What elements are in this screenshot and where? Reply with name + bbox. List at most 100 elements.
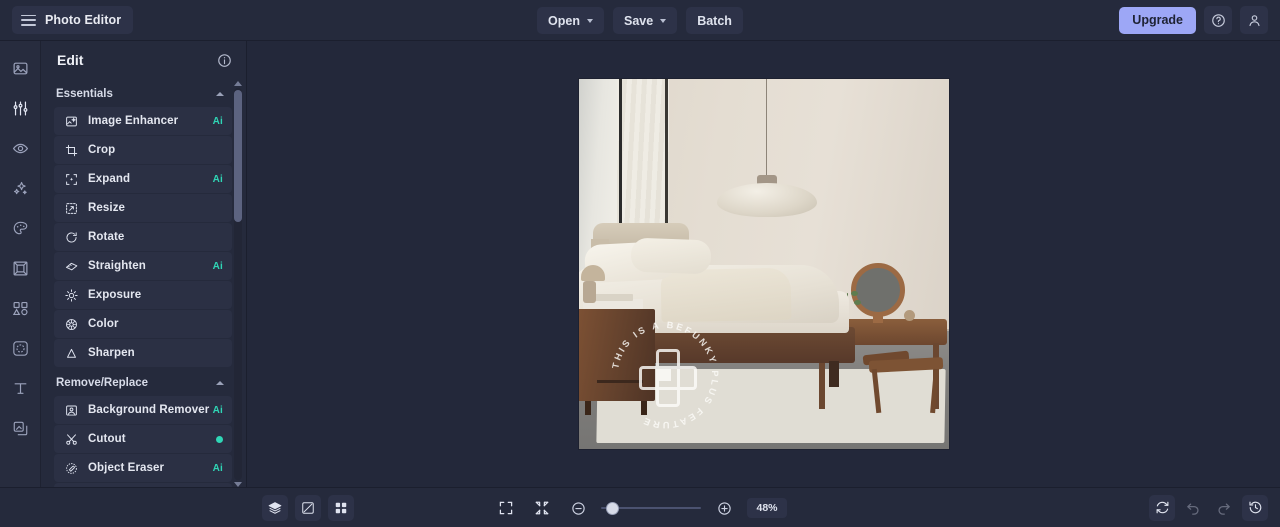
collapse-arrows-icon bbox=[535, 501, 549, 515]
top-header: Photo Editor Open Save Batch Upgrade bbox=[0, 0, 1280, 41]
open-button[interactable]: Open bbox=[537, 7, 604, 34]
redo-button[interactable] bbox=[1211, 495, 1237, 521]
zoom-in-button[interactable] bbox=[711, 495, 737, 521]
brand-menu-button[interactable]: Photo Editor bbox=[12, 6, 134, 34]
history-icon bbox=[1248, 501, 1261, 514]
redo-icon bbox=[1218, 503, 1230, 515]
zoom-out-button[interactable] bbox=[565, 495, 591, 521]
scroll-up-arrow[interactable] bbox=[233, 81, 242, 86]
panel-scrollbar[interactable] bbox=[232, 81, 243, 487]
sharpen-icon bbox=[64, 347, 79, 360]
crop-icon bbox=[64, 144, 79, 157]
app-title: Photo Editor bbox=[45, 13, 122, 27]
rail-item-artsy[interactable] bbox=[5, 213, 35, 243]
layers-button[interactable] bbox=[262, 494, 288, 521]
undo-icon bbox=[1187, 503, 1199, 515]
rotate-icon bbox=[64, 231, 79, 244]
panel-item-label: Cutout bbox=[88, 433, 126, 445]
scissors-icon bbox=[64, 433, 79, 446]
image-enhancer-icon bbox=[64, 115, 79, 128]
plus-circle-icon bbox=[717, 501, 731, 515]
image-icon bbox=[13, 62, 27, 74]
object-eraser-icon bbox=[64, 462, 79, 475]
batch-button[interactable]: Batch bbox=[686, 7, 743, 34]
canvas-area[interactable]: THIS IS A BEFUNKY PLUS FEATURE bbox=[247, 41, 1280, 487]
ai-badge: Ai bbox=[212, 462, 223, 474]
footer-bottom-overflow bbox=[0, 519, 1280, 527]
photo-nightstand bbox=[578, 309, 655, 401]
chevron-down-icon bbox=[587, 19, 593, 23]
panel-item-rotate[interactable]: Rotate bbox=[54, 223, 232, 251]
panel-item-cutout[interactable]: Cutout bbox=[54, 425, 232, 453]
new-feature-dot bbox=[216, 435, 223, 443]
group-header-essentials[interactable]: Essentials bbox=[41, 79, 232, 107]
user-icon bbox=[1248, 14, 1260, 26]
upgrade-button[interactable]: Upgrade bbox=[1119, 6, 1196, 34]
save-button[interactable]: Save bbox=[613, 7, 678, 34]
zoom-slider[interactable] bbox=[601, 501, 701, 515]
chevron-down-icon bbox=[660, 19, 667, 23]
tool-rail bbox=[0, 41, 41, 487]
panel-item-resize[interactable]: Resize bbox=[54, 194, 232, 222]
panel-item-color[interactable]: Color bbox=[54, 310, 232, 338]
shapes-icon bbox=[12, 301, 28, 315]
rail-item-effects[interactable] bbox=[5, 173, 35, 203]
undo-button[interactable] bbox=[1180, 495, 1206, 521]
panel-item-label: Crop bbox=[88, 144, 116, 156]
rail-item-retouch[interactable] bbox=[5, 133, 35, 163]
chevron-up-icon bbox=[216, 92, 224, 96]
zoom-slider-thumb[interactable] bbox=[606, 501, 619, 515]
panel-item-object-eraser[interactable]: Object Eraser Ai bbox=[54, 454, 232, 482]
rail-item-overlays[interactable] bbox=[5, 333, 35, 363]
grid-icon bbox=[335, 502, 347, 513]
group-header-remove-replace[interactable]: Remove/Replace bbox=[41, 368, 232, 396]
history-button[interactable] bbox=[1242, 494, 1268, 521]
edited-photo[interactable]: THIS IS A BEFUNKY PLUS FEATURE bbox=[578, 79, 949, 449]
panel-item-background-remover[interactable]: Background Remover Ai bbox=[54, 396, 232, 424]
panel-item-label: Object Eraser bbox=[88, 462, 165, 474]
rail-item-edit[interactable] bbox=[5, 93, 35, 123]
scrollbar-thumb[interactable] bbox=[233, 90, 242, 222]
hamburger-icon[interactable] bbox=[21, 14, 36, 26]
compare-icon bbox=[302, 501, 314, 514]
photo-trinket bbox=[903, 310, 915, 321]
panel-item-expand[interactable]: Expand Ai bbox=[54, 165, 232, 193]
panel-item-crop[interactable]: Crop bbox=[54, 136, 232, 164]
reset-button[interactable] bbox=[1149, 494, 1175, 521]
rail-item-text[interactable] bbox=[5, 373, 35, 403]
panel-item-exposure[interactable]: Exposure bbox=[54, 281, 232, 309]
scrollbar-track[interactable] bbox=[233, 88, 242, 480]
photo-pendant-lamp bbox=[716, 183, 817, 217]
footer-right-group bbox=[1149, 494, 1268, 521]
header-right-actions: Upgrade bbox=[1119, 6, 1268, 34]
panel-item-straighten[interactable]: Straighten Ai bbox=[54, 252, 232, 280]
panel-item-label: Rotate bbox=[88, 231, 125, 243]
panel-item-label: Sharpen bbox=[88, 347, 135, 359]
eye-icon bbox=[12, 143, 28, 153]
compare-button[interactable] bbox=[295, 494, 321, 521]
ai-badge: Ai bbox=[212, 173, 223, 185]
ai-badge: Ai bbox=[212, 260, 223, 272]
panel-item-sharpen[interactable]: Sharpen bbox=[54, 339, 232, 367]
rail-item-frames[interactable] bbox=[5, 253, 35, 283]
actual-size-button[interactable] bbox=[529, 495, 555, 521]
rail-item-image[interactable] bbox=[5, 53, 35, 83]
rail-item-textures[interactable] bbox=[5, 413, 35, 443]
app-body: Edit Essentials Image Enhancer Ai Crop E… bbox=[0, 41, 1280, 487]
color-wheel-icon bbox=[64, 318, 79, 331]
help-button[interactable] bbox=[1204, 6, 1232, 34]
question-circle-icon bbox=[1211, 13, 1225, 27]
fit-to-screen-button[interactable] bbox=[493, 495, 519, 521]
photo-nightstand-leg bbox=[640, 401, 647, 415]
panel-item-label: Color bbox=[88, 318, 119, 330]
panel-info-button[interactable] bbox=[217, 53, 232, 68]
batch-label: Batch bbox=[697, 13, 732, 28]
photo-nightstand-shelf bbox=[596, 380, 643, 383]
photo-lamp-cord bbox=[765, 79, 767, 177]
account-button[interactable] bbox=[1240, 6, 1268, 34]
photo-pillow bbox=[629, 237, 712, 275]
panel-item-image-enhancer[interactable]: Image Enhancer Ai bbox=[54, 107, 232, 135]
grid-button[interactable] bbox=[328, 494, 354, 521]
rail-item-graphics[interactable] bbox=[5, 293, 35, 323]
zoom-level-value[interactable]: 48% bbox=[747, 498, 787, 518]
